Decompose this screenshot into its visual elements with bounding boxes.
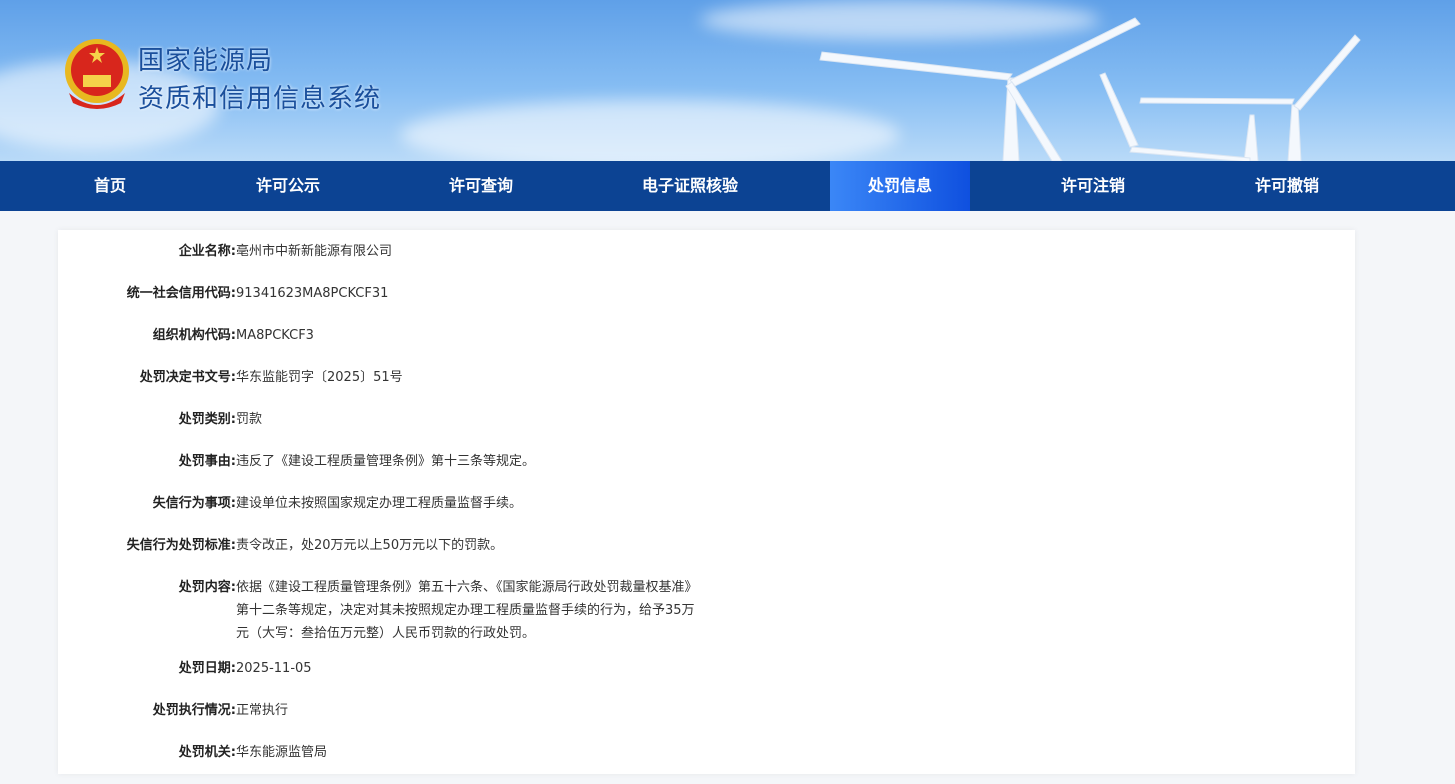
field-credit-code: 统一社会信用代码: 91341623MA8PCKCF31 [58, 282, 706, 305]
field-value: 责令改正，处20万元以上50万元以下的罚款。 [236, 538, 504, 553]
field-penalty-authority: 处罚机关: 华东能源监管局 [58, 741, 706, 764]
nav-license-revoke[interactable]: 许可撤销 [1237, 161, 1337, 211]
field-label: 处罚执行情况: [152, 703, 236, 718]
field-label: 企业名称: [178, 244, 236, 259]
field-label: 处罚类别: [178, 412, 236, 427]
field-dishonest-item: 失信行为事项: 建设单位未按照国家规定办理工程质量监督手续。 [58, 492, 706, 515]
field-value: 亳州市中新新能源有限公司 [236, 244, 393, 259]
field-penalty-reason: 处罚事由: 违反了《建设工程质量管理条例》第十三条等规定。 [58, 450, 706, 473]
field-value: 建设单位未按照国家规定办理工程质量监督手续。 [236, 496, 523, 511]
field-penalty-date: 处罚日期: 2025-11-05 [58, 657, 706, 680]
field-decision-number: 处罚决定书文号: 华东监能罚字〔2025〕51号 [58, 366, 706, 389]
field-value: 91341623MA8PCKCF31 [236, 286, 389, 301]
field-value: 2025-11-05 [236, 661, 312, 676]
field-org-code: 组织机构代码: MA8PCKCF3 [58, 324, 706, 347]
field-penalty-content: 处罚内容: 依据《建设工程质量管理条例》第五十六条、《国家能源局行政处罚裁量权基准… [58, 576, 706, 645]
field-label: 处罚内容: [178, 580, 236, 595]
field-label: 组织机构代码: [152, 328, 236, 343]
penalty-detail-card: 企业名称: 亳州市中新新能源有限公司 统一社会信用代码: 91341623MA8PC… [58, 230, 1355, 774]
site-title-line1: 国家能源局 [138, 46, 274, 76]
site-title-line2: 资质和信用信息系统 [138, 84, 382, 114]
field-value: 依据《建设工程质量管理条例》第五十六条、《国家能源局行政处罚裁量权基准》第十二条… [236, 580, 698, 641]
field-label: 统一社会信用代码: [126, 286, 236, 301]
nav-e-certificate-verify[interactable]: 电子证照核验 [620, 161, 760, 211]
field-value: 正常执行 [236, 703, 289, 718]
field-label: 失信行为处罚标准: [126, 538, 236, 553]
field-label: 处罚决定书文号: [139, 370, 236, 385]
field-value: 华东监能罚字〔2025〕51号 [236, 370, 403, 385]
field-label: 处罚事由: [178, 454, 236, 469]
field-penalty-type: 处罚类别: 罚款 [58, 408, 706, 431]
national-emblem-logo [65, 39, 129, 109]
nav-license-cancel[interactable]: 许可注销 [1043, 161, 1143, 211]
field-company-name: 企业名称: 亳州市中新新能源有限公司 [58, 240, 706, 263]
nav-penalty-info[interactable]: 处罚信息 [830, 161, 970, 211]
nav-license-public[interactable]: 许可公示 [238, 161, 338, 211]
field-value: 罚款 [236, 412, 263, 427]
field-value: 华东能源监管局 [236, 745, 328, 760]
field-execution-status: 处罚执行情况: 正常执行 [58, 699, 706, 722]
nav-license-query[interactable]: 许可查询 [431, 161, 531, 211]
nav-home[interactable]: 首页 [60, 161, 160, 211]
field-value: 违反了《建设工程质量管理条例》第十三条等规定。 [236, 454, 536, 469]
field-label: 处罚日期: [178, 661, 236, 676]
field-label: 失信行为事项: [152, 496, 236, 511]
header-banner: 国家能源局 资质和信用信息系统 [0, 0, 1455, 161]
main-nav: 首页 许可公示 许可查询 电子证照核验 处罚信息 许可注销 许可撤销 [0, 161, 1455, 211]
field-value: MA8PCKCF3 [236, 328, 314, 343]
field-label: 处罚机关: [178, 745, 236, 760]
site-title: 国家能源局 资质和信用信息系统 [138, 42, 381, 118]
field-penalty-standard: 失信行为处罚标准: 责令改正，处20万元以上50万元以下的罚款。 [58, 534, 706, 557]
